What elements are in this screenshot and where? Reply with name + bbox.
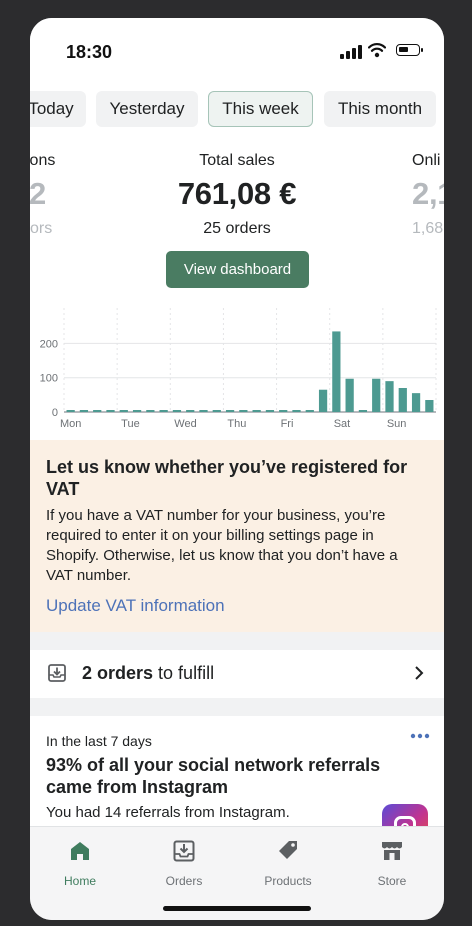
status-time: 18:30 [66, 42, 113, 62]
chart-bar [292, 410, 301, 412]
orders-count: 25 orders [203, 220, 271, 237]
orders-to-fulfill-card[interactable]: 2 orders to fulfill [30, 650, 444, 698]
chart-bar [66, 410, 75, 412]
nav-home[interactable]: Home [35, 839, 125, 888]
x-tick-label: Fri [281, 418, 294, 430]
more-options-icon[interactable] [410, 732, 430, 740]
home-indicator [163, 906, 311, 911]
orders-icon [173, 840, 195, 862]
chart-bar [305, 410, 314, 412]
insight-description: You had 14 referrals from Instagram. [46, 804, 290, 821]
chart-bar [372, 378, 381, 412]
y-tick-label: 100 [40, 373, 58, 385]
tag-icon [279, 841, 297, 859]
tab-yesterday[interactable]: Yesterday [96, 91, 198, 127]
store-icon [382, 842, 402, 860]
x-tick-label: Mon [60, 418, 81, 430]
chart-bar [159, 410, 168, 412]
x-tick-label: Thu [227, 418, 246, 430]
chart-bar [411, 393, 421, 412]
phone-screen: 18:30 Today Yesterday This week This mon… [30, 18, 444, 920]
x-tick-label: Sun [387, 418, 407, 430]
home-icon [71, 842, 89, 860]
insight-title: 93% of all your social network referrals… [46, 755, 381, 797]
chart-bar [358, 410, 368, 412]
wifi-icon [368, 43, 386, 58]
vat-banner: Let us know whether you’ve registered fo… [30, 440, 444, 632]
cellular-signal-icon [340, 45, 362, 59]
chart-bar [212, 410, 221, 412]
orders-to-fulfill-text: 2 orders to fulfill [82, 663, 215, 683]
x-tick-label: Tue [121, 418, 140, 430]
chart-y-labels: 0 100 200 [40, 338, 58, 419]
tab-this-week[interactable]: This week [208, 91, 313, 127]
chart-bar [252, 410, 261, 412]
chart-bar [225, 410, 235, 412]
chart-x-labels: Mon Tue Wed Thu Fri Sat Sun [60, 418, 406, 430]
sales-chart: 0 100 200 Mon Tue Wed Thu Fri Sat Sun [40, 308, 437, 430]
chart-bar [345, 378, 354, 412]
metrics-carousel: ions 32 itors Total sales 761,08 € 25 or… [30, 148, 444, 248]
chart-bar [186, 410, 195, 412]
chart-bar [332, 331, 341, 412]
chart-bar [93, 410, 102, 412]
chart-bar [398, 388, 407, 412]
tab-today[interactable]: Today [30, 91, 86, 127]
view-dashboard-button[interactable]: View dashboard [166, 251, 309, 288]
chart-bar [106, 410, 115, 412]
nav-orders[interactable]: Orders [139, 839, 229, 888]
status-bar: 18:30 [30, 18, 444, 84]
nav-products[interactable]: Products [243, 839, 333, 888]
metric-total-sales[interactable]: Total sales 761,08 € 25 orders [137, 152, 337, 238]
chart-bar [79, 410, 89, 412]
y-tick-label: 200 [40, 338, 58, 350]
update-vat-link[interactable]: Update VAT information [46, 596, 428, 616]
vat-banner-title: Let us know whether you’ve registered fo… [46, 457, 408, 499]
chart-bar [239, 410, 248, 412]
chart-bar [425, 400, 434, 412]
x-tick-label: Sat [334, 418, 351, 430]
chart-bar [146, 410, 155, 412]
nav-store[interactable]: Store [347, 839, 437, 888]
chart-bar [199, 410, 208, 412]
chart-bar [119, 410, 128, 412]
metric-online-partial[interactable]: Onli 2,1 1,68 [412, 152, 444, 238]
chart-bar [172, 410, 182, 412]
chevron-right-icon [415, 666, 424, 680]
chart-bar [279, 410, 288, 412]
chart-bar [132, 410, 142, 412]
x-tick-label: Wed [174, 418, 196, 430]
total-sales-value: 761,08 € [177, 176, 297, 211]
tab-this-month[interactable]: This month [324, 91, 436, 127]
battery-icon [396, 44, 423, 56]
chart-bar [265, 410, 275, 412]
metric-sessions-partial[interactable]: ions 32 itors [30, 152, 55, 238]
date-range-tabs: Today Yesterday This week This month [30, 91, 444, 129]
y-tick-label: 0 [52, 407, 58, 419]
insight-period: In the last 7 days [46, 733, 152, 749]
vat-banner-body: If you have a VAT number for your busine… [46, 507, 398, 584]
chart-bar [318, 389, 328, 412]
fulfill-inbox-icon [48, 664, 66, 682]
total-sales-label: Total sales [199, 152, 275, 169]
chart-bar [385, 381, 394, 412]
